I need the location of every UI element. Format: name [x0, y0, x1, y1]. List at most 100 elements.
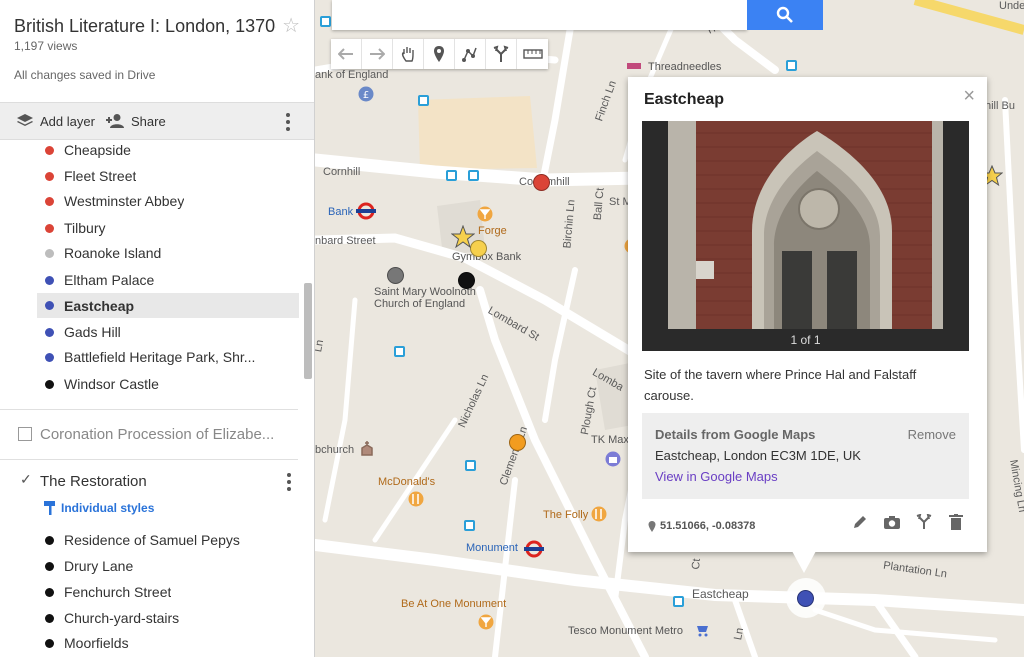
underground-icon [524, 540, 544, 558]
camera-icon [884, 515, 900, 529]
map-marker-cornhill[interactable] [533, 174, 550, 191]
map-marker-orange[interactable] [509, 434, 526, 451]
star-marker-icon[interactable] [451, 225, 475, 248]
layer-divider [0, 409, 298, 410]
remove-button[interactable]: Remove [908, 427, 956, 442]
list-item-gads-hill[interactable]: Gads Hill [37, 320, 299, 344]
list-item-windsor-castle[interactable]: Windsor Castle [37, 372, 299, 396]
list-item-church-yard-stairs[interactable]: Church-yard-stairs [37, 606, 299, 630]
bar-icon [478, 614, 494, 630]
bus-stop-icon [320, 16, 331, 27]
list-item-drury-lane[interactable]: Drury Lane [37, 554, 299, 578]
undo-icon [338, 48, 353, 60]
add-layer-button[interactable]: Add layer [16, 103, 95, 139]
map-marker-gray[interactable] [387, 267, 404, 284]
bank-icon: £ [358, 86, 374, 102]
building-photo [668, 121, 943, 329]
bus-stop-icon [464, 520, 475, 531]
directions-button[interactable] [486, 39, 517, 69]
restaurant-icon [408, 491, 424, 507]
bus-stop-icon [468, 170, 479, 181]
map-marker-eastcheap[interactable] [797, 590, 814, 607]
layer-coronation-procession[interactable]: Coronation Procession of Elizabe... [18, 423, 298, 445]
layer-the-restoration[interactable]: ✓ The Restoration [18, 470, 298, 492]
marker-dot-icon [45, 145, 54, 155]
hotel-icon [627, 63, 641, 69]
marker-dot-icon [45, 587, 54, 597]
place-photo[interactable]: 1 of 1 [642, 121, 969, 351]
marker-dot-icon [45, 248, 54, 258]
sidebar-scrollbar[interactable] [304, 283, 312, 379]
close-icon[interactable]: × [963, 85, 975, 108]
list-item-tilbury[interactable]: Tilbury [37, 216, 299, 240]
road-label: bchurch [315, 444, 355, 456]
pencil-icon [854, 516, 866, 528]
list-item-fenchurch-street[interactable]: Fenchurch Street [37, 580, 299, 604]
place-address: Eastcheap, London EC3M 1DE, UK [655, 448, 861, 463]
list-item-moorfields[interactable]: Moorfields [37, 631, 299, 655]
individual-styles-link[interactable]: Individual styles [43, 499, 154, 517]
draw-line-icon [462, 47, 477, 62]
list-item-roanoke-island[interactable]: Roanoke Island [37, 241, 299, 265]
share-button[interactable]: Share [105, 103, 166, 139]
star-icon[interactable]: ☆ [282, 16, 300, 36]
view-in-google-maps-link[interactable]: View in Google Maps [655, 469, 778, 484]
marker-dot-icon [45, 196, 54, 206]
map-title[interactable]: British Literature I: London, 1370-... [14, 16, 276, 37]
place-info-window: Eastcheap × 1 of 1 Site of the tavern wh… [628, 77, 987, 552]
bus-stop-icon [465, 460, 476, 471]
road-label: nbard Street [315, 235, 376, 247]
search-icon [776, 6, 793, 23]
list-item-residence-of-samuel-pepys[interactable]: Residence of Samuel Pepys [37, 528, 299, 552]
view-count: 1,197 views [14, 39, 78, 53]
place-description: Site of the tavern where Prince Hal and … [644, 367, 917, 403]
search-button[interactable] [747, 0, 823, 30]
sidebar: British Literature I: London, 1370-... ☆… [0, 0, 315, 657]
pan-button[interactable] [393, 39, 424, 69]
road-label: Ct [690, 557, 703, 571]
details-header: Details from Google Maps [655, 427, 816, 442]
search-input[interactable] [332, 0, 747, 30]
add-layer-label: Add layer [40, 113, 95, 129]
road-label: Cornhill [323, 166, 361, 178]
add-marker-button[interactable] [424, 39, 455, 69]
list-item-cheapside[interactable]: Cheapside [37, 138, 299, 162]
marker-dot-icon [45, 223, 54, 233]
list-item-battlefield-heritage-park[interactable]: Battlefield Heritage Park, Shr... [37, 345, 299, 369]
road-label: Ln [732, 626, 747, 642]
poi-label: Tesco Monument Metro [568, 625, 683, 637]
map-marker-black[interactable] [458, 272, 475, 289]
directions-button[interactable] [915, 513, 933, 531]
directions-icon [493, 45, 509, 62]
list-item-fleet-street[interactable]: Fleet Street [37, 164, 299, 188]
layer-options-icon[interactable] [278, 110, 298, 134]
photo-counter: 1 of 1 [790, 333, 821, 347]
bus-stop-icon [446, 170, 457, 181]
edit-button[interactable] [851, 513, 869, 531]
add-photo-button[interactable] [883, 513, 901, 531]
underground-icon [356, 202, 376, 220]
measure-button[interactable] [517, 39, 548, 69]
list-item-eastcheap[interactable]: Eastcheap [37, 293, 299, 318]
ruler-icon [522, 49, 543, 59]
layers-icon [17, 114, 33, 126]
layer-visibility-checkbox[interactable]: ✓ [18, 471, 32, 488]
add-person-icon [106, 114, 124, 128]
bus-stop-icon [673, 596, 684, 607]
directions-icon [916, 514, 932, 529]
list-item-westminster-abbey[interactable]: Westminster Abbey [37, 189, 299, 213]
marker-dot-icon [45, 613, 54, 623]
delete-button[interactable] [947, 513, 965, 531]
draw-line-button[interactable] [455, 39, 486, 69]
list-item-eltham-palace[interactable]: Eltham Palace [37, 268, 299, 292]
cart-icon [697, 626, 708, 637]
restaurant-icon [591, 506, 607, 522]
redo-button[interactable] [362, 39, 393, 69]
marker-dot-icon [45, 638, 54, 648]
map-canvas[interactable]: Cornhill Co mhill Lombard St Nicholas Ln… [315, 0, 1024, 657]
layer-options-icon[interactable] [279, 470, 299, 494]
pin-icon [648, 520, 656, 532]
marker-dot-icon [45, 561, 54, 571]
layer-visibility-checkbox[interactable] [18, 427, 32, 441]
undo-button[interactable] [331, 39, 362, 69]
